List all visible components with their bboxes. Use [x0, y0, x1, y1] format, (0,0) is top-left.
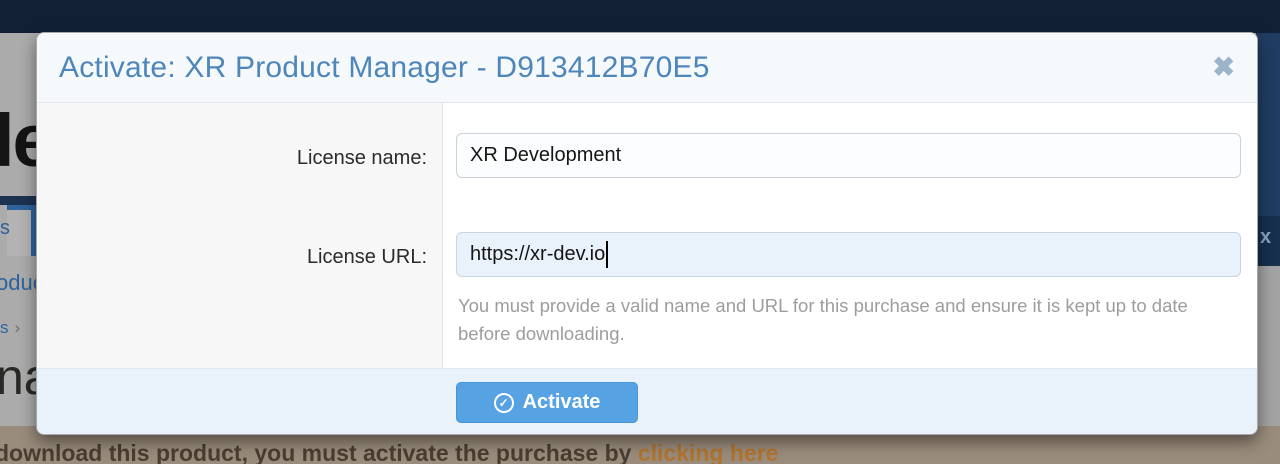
notice-text: download this product, you must activate… [0, 440, 638, 464]
modal-footer: ✓ Activate [37, 368, 1257, 435]
modal-header: Activate: XR Product Manager - D913412B7… [37, 33, 1257, 103]
clicking-here-link[interactable]: clicking here [638, 440, 779, 464]
modal-body: License name: XR Development License URL… [37, 103, 1257, 368]
background-tab-outline-fragment [7, 205, 36, 256]
license-url-label: License URL: [37, 246, 427, 269]
background-tab-label-fragment: s [0, 217, 10, 240]
breadcrumb-item-fragment[interactable]: s [0, 318, 9, 337]
background-right-panel [1256, 33, 1280, 216]
modal-title: Activate: XR Product Manager - D913412B7… [59, 51, 710, 85]
license-url-value: https://xr-dev.io [470, 243, 605, 266]
background-close-icon[interactable]: x [1260, 227, 1271, 247]
background-right-content [1256, 266, 1280, 426]
background-top-navbar [0, 0, 1280, 33]
text-cursor [606, 241, 608, 268]
activate-button[interactable]: ✓ Activate [456, 382, 638, 423]
check-circle-icon: ✓ [494, 393, 514, 413]
breadcrumb: s› [0, 318, 20, 338]
activate-license-modal: Activate: XR Product Manager - D913412B7… [36, 32, 1258, 435]
chevron-right-icon: › [15, 318, 21, 337]
label-column-background [37, 103, 443, 368]
activate-button-label: Activate [523, 391, 601, 414]
license-name-label: License name: [37, 147, 427, 170]
license-help-text: You must provide a valid name and URL fo… [458, 292, 1226, 347]
license-name-value: XR Development [470, 144, 621, 167]
license-url-input[interactable]: https://xr-dev.io [456, 232, 1241, 277]
background-activation-notice: download this product, you must activate… [0, 440, 778, 464]
screen: le s oduc s› na x download this product,… [0, 0, 1280, 464]
license-name-input[interactable]: XR Development [456, 133, 1241, 178]
background-dark-band [0, 196, 36, 205]
close-icon[interactable]: ✖ [1212, 54, 1235, 81]
